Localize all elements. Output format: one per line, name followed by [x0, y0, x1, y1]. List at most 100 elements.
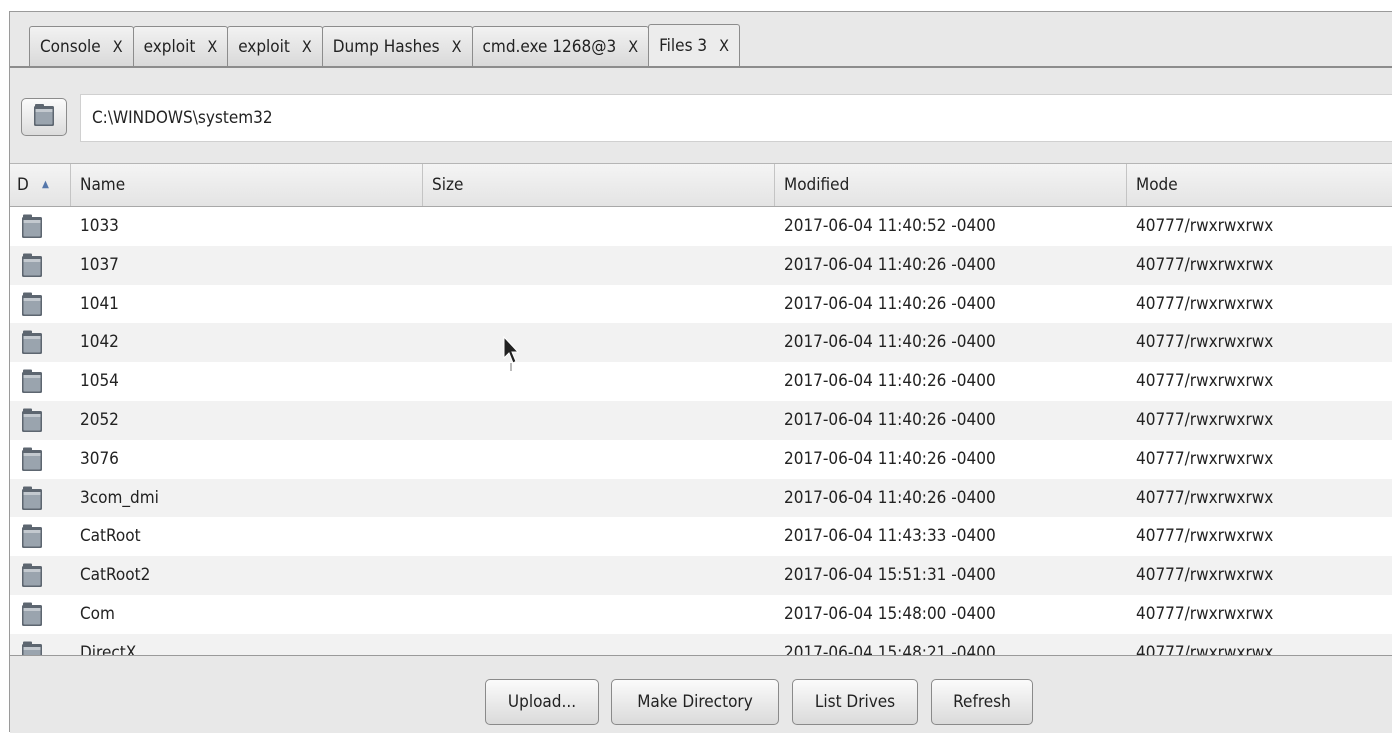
tab-4[interactable]: cmd.exe 1268@3 X	[471, 26, 650, 66]
table-row[interactable]: 1033 2017-06-04 11:40:52 -0400 40777/rwxrw…	[10, 207, 1392, 246]
file-table: D ▲ Name Size Modified Mode 1033 2017-06-…	[10, 163, 1392, 656]
folder-icon	[21, 329, 43, 355]
file-name: Com	[80, 603, 115, 624]
tab-3[interactable]: Dump Hashes X	[321, 26, 473, 66]
file-modified: 2017-06-04 15:48:21 -0400	[784, 642, 996, 656]
file-mode: 40777/rwxrwxrwx	[1136, 409, 1274, 430]
folder-icon	[21, 485, 43, 511]
table-row[interactable]: DirectX 2017-06-04 15:48:21 -0400 40777/rw…	[10, 633, 1392, 656]
file-mode: 40777/rwxrwxrwx	[1136, 526, 1274, 547]
table-row[interactable]: 1042 2017-06-04 11:40:26 -0400 40777/rwxrw…	[10, 323, 1392, 363]
file-name: 1054	[80, 371, 119, 392]
sort-ascending-icon: ▲	[42, 179, 49, 190]
file-name: DirectX	[80, 642, 137, 656]
file-modified: 2017-06-04 11:40:26 -0400	[784, 254, 996, 275]
tab-divider	[10, 66, 1392, 68]
column-header-modified[interactable]: Modified	[775, 164, 1127, 206]
tab-close-button[interactable]: X	[452, 37, 462, 56]
column-header-size[interactable]: Size	[423, 164, 775, 206]
tab-close-button[interactable]: X	[302, 37, 312, 56]
list-drives-button[interactable]: List Drives	[792, 679, 918, 725]
file-modified: 2017-06-04 11:40:52 -0400	[784, 216, 996, 236]
folder-icon	[21, 562, 43, 588]
file-mode: 40777/rwxrwxrwx	[1136, 487, 1274, 508]
folder-icon	[21, 368, 43, 394]
refresh-button[interactable]: Refresh	[931, 679, 1033, 725]
file-mode: 40777/rwxrwxrwx	[1136, 642, 1274, 656]
tab-label: exploit	[143, 36, 196, 57]
file-name: 1033	[80, 216, 119, 236]
table-row[interactable]: CatRoot 2017-06-04 11:43:33 -0400 40777/rw…	[10, 517, 1392, 556]
file-name: 3com_dmi	[80, 487, 159, 508]
tab-label: Dump Hashes	[332, 36, 440, 57]
file-modified: 2017-06-04 11:40:26 -0400	[784, 293, 996, 314]
column-header-d[interactable]: D ▲	[10, 164, 71, 206]
folder-icon	[21, 252, 43, 278]
file-name: CatRoot2	[80, 565, 151, 586]
file-mode: 40777/rwxrwxrwx	[1136, 448, 1274, 469]
mouse-pointer-icon	[503, 335, 520, 376]
table-body: 1033 2017-06-04 11:40:52 -0400 40777/rwxrw…	[10, 207, 1392, 656]
action-bar: Upload... Make Directory List Drives Ref…	[10, 655, 1392, 733]
file-mode: 40777/rwxrwxrwx	[1136, 216, 1274, 236]
folder-icon	[21, 291, 43, 317]
folder-icon	[21, 523, 43, 549]
column-size-label: Size	[432, 175, 464, 195]
file-modified: 2017-06-04 15:48:00 -0400	[784, 603, 996, 624]
table-row[interactable]: 1054 2017-06-04 11:40:26 -0400 40777/rwxrw…	[10, 362, 1392, 401]
column-d-label: D	[17, 175, 29, 195]
folder-icon	[33, 103, 55, 131]
path-input[interactable]	[80, 94, 1392, 142]
column-name-label: Name	[80, 175, 126, 195]
column-mode-label: Mode	[1136, 175, 1178, 195]
file-modified: 2017-06-04 11:40:26 -0400	[784, 409, 996, 430]
table-row[interactable]: 1037 2017-06-04 11:40:26 -0400 40777/rwxrw…	[10, 245, 1392, 285]
table-row[interactable]: 2052 2017-06-04 11:40:26 -0400 40777/rwxrw…	[10, 400, 1392, 440]
tab-0[interactable]: Console X	[29, 26, 134, 66]
file-mode: 40777/rwxrwxrwx	[1136, 603, 1274, 624]
file-modified: 2017-06-04 11:40:26 -0400	[784, 332, 996, 353]
tab-close-button[interactable]: X	[207, 37, 217, 56]
file-modified: 2017-06-04 11:43:33 -0400	[784, 526, 996, 547]
file-browser-window: Console Xexploit Xexploit X Dump Hashes Xcmd.…	[9, 11, 1392, 733]
file-modified: 2017-06-04 15:51:31 -0400	[784, 565, 996, 586]
table-row[interactable]: 3com_dmi 2017-06-04 11:40:26 -0400 40777/r…	[10, 478, 1392, 518]
folder-icon	[21, 407, 43, 433]
tab-close-button[interactable]: X	[719, 36, 729, 55]
tab-label: cmd.exe 1268@3	[482, 36, 617, 57]
folder-icon	[21, 446, 43, 472]
tab-2[interactable]: exploit X	[227, 26, 323, 66]
tab-close-button[interactable]: X	[113, 37, 123, 56]
column-header-name[interactable]: Name	[71, 164, 423, 206]
file-name: 1041	[80, 293, 119, 314]
file-name: 1042	[80, 332, 119, 353]
file-mode: 40777/rwxrwxrwx	[1136, 293, 1274, 314]
folder-icon	[21, 213, 43, 239]
tab-list: Console Xexploit Xexploit X Dump Hashes Xcmd.…	[29, 24, 740, 66]
file-name: 3076	[80, 448, 119, 469]
tab-label: Files 3	[659, 35, 708, 56]
tab-label: Console	[40, 36, 101, 57]
tab-close-button[interactable]: X	[628, 37, 638, 56]
file-name: 1037	[80, 254, 119, 275]
make-directory-button[interactable]: Make Directory	[611, 679, 779, 725]
path-bar	[10, 89, 1392, 145]
file-mode: 40777/rwxrwxrwx	[1136, 371, 1274, 392]
table-header: D ▲ Name Size Modified Mode	[10, 164, 1392, 207]
file-name: CatRoot	[80, 526, 141, 547]
tab-5[interactable]: Files 3 X	[648, 24, 740, 66]
browse-folder-button[interactable]	[21, 98, 67, 136]
upload-button[interactable]: Upload...	[485, 679, 599, 725]
tab-label: exploit	[238, 36, 290, 57]
tab-bar: Console Xexploit Xexploit X Dump Hashes Xcmd.…	[10, 12, 1392, 74]
tab-1[interactable]: exploit X	[132, 26, 229, 66]
table-row[interactable]: CatRoot2 2017-06-04 15:51:31 -0400 40777/r…	[10, 556, 1392, 595]
table-row[interactable]: Com 2017-06-04 15:48:00 -0400 40777/rwxrwx…	[10, 595, 1392, 634]
file-mode: 40777/rwxrwxrwx	[1136, 254, 1274, 275]
table-row[interactable]: 1041 2017-06-04 11:40:26 -0400 40777/rwxrw…	[10, 285, 1392, 324]
table-row[interactable]: 3076 2017-06-04 11:40:26 -0400 40777/rwxrw…	[10, 440, 1392, 479]
column-modified-label: Modified	[784, 175, 850, 195]
folder-icon	[21, 640, 43, 656]
column-header-mode[interactable]: Mode	[1127, 164, 1392, 206]
file-modified: 2017-06-04 11:40:26 -0400	[784, 371, 996, 392]
